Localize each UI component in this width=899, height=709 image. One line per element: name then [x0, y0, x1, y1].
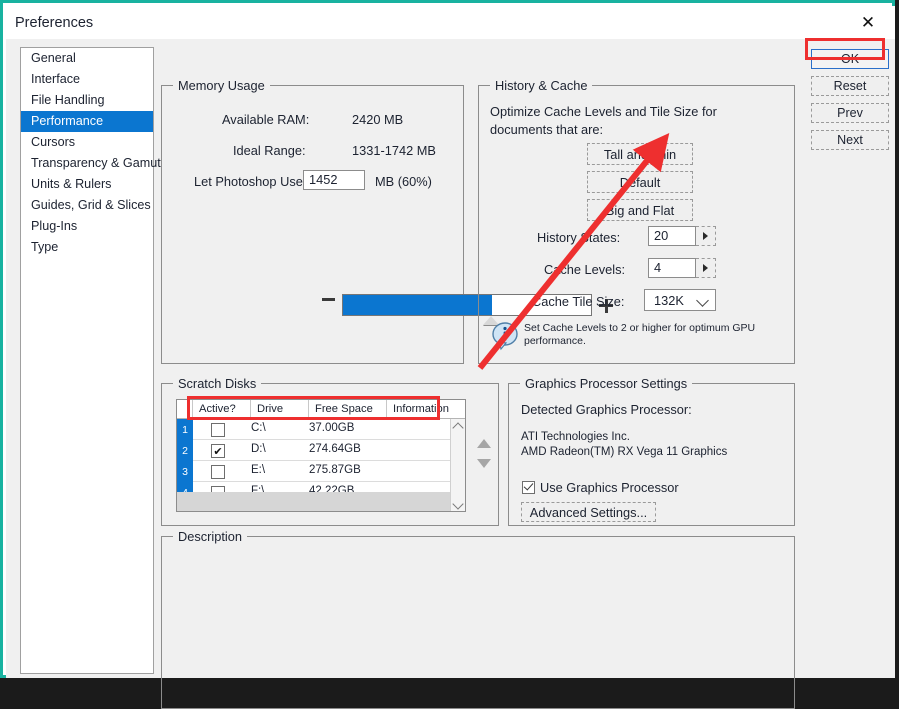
column-header-active: Active?: [193, 400, 251, 419]
sidebar-item-performance[interactable]: Performance: [21, 111, 153, 132]
use-graphics-processor-label: Use Graphics Processor: [540, 480, 679, 495]
move-disk-down-button[interactable]: [477, 459, 491, 468]
preferences-dialog: Preferences ✕ General Interface File Han…: [6, 6, 895, 678]
scratch-disk-active-checkbox[interactable]: [211, 465, 225, 479]
scratch-disk-active-checkbox[interactable]: ✔: [211, 444, 225, 458]
memory-slider-fill: [343, 295, 492, 315]
scratch-table-scrollbar[interactable]: [450, 419, 465, 512]
sidebar-item-general[interactable]: General: [21, 48, 153, 69]
chevron-up-icon[interactable]: [452, 422, 463, 433]
preset-big-and-flat-button[interactable]: Big and Flat: [587, 199, 693, 221]
history-cache-group: History & Cache Optimize Cache Levels an…: [478, 85, 795, 364]
column-header-drive: Drive: [251, 400, 309, 419]
window-frame: Preferences ✕ General Interface File Han…: [0, 0, 895, 678]
advanced-settings-button[interactable]: Advanced Settings...: [521, 502, 656, 522]
checkmark-icon: [523, 480, 533, 490]
let-photoshop-use-input[interactable]: 1452: [303, 170, 365, 190]
chevron-down-icon[interactable]: [452, 498, 463, 509]
ideal-range-label: Ideal Range:: [233, 143, 306, 158]
preset-tall-and-thin-button[interactable]: Tall and Thin: [587, 143, 693, 165]
graphics-processor-group: Graphics Processor Settings Detected Gra…: [508, 383, 795, 526]
cache-optimize-desc-line1: Optimize Cache Levels and Tile Size for: [490, 104, 717, 119]
triangle-right-icon: [703, 232, 708, 240]
table-footer-filler: [177, 492, 466, 511]
scratch-disks-table[interactable]: Active? Drive Free Space Information 1 C…: [176, 399, 466, 512]
minus-icon[interactable]: [322, 298, 335, 301]
scratch-disks-legend: Scratch Disks: [173, 376, 261, 391]
preset-default-button[interactable]: Default: [587, 171, 693, 193]
scratch-disk-drive: C:\: [251, 422, 266, 434]
memory-usage-legend: Memory Usage: [173, 78, 270, 93]
sidebar-item-guides-grid-slices[interactable]: Guides, Grid & Slices: [21, 195, 153, 216]
description-group: Description: [161, 536, 795, 709]
title-bar: Preferences ✕: [6, 6, 895, 39]
cache-tile-size-label: Cache Tile Size:: [532, 294, 624, 309]
history-states-input[interactable]: 20: [648, 226, 696, 246]
scratch-disks-group: Scratch Disks Active? Drive Free Space I…: [161, 383, 499, 526]
row-index: 3: [177, 461, 193, 482]
history-states-stepper[interactable]: [696, 226, 716, 246]
row-index: 1: [177, 419, 193, 440]
cache-optimize-desc-line2: documents that are:: [490, 122, 603, 137]
sidebar-item-file-handling[interactable]: File Handling: [21, 90, 153, 111]
prev-button[interactable]: Prev: [811, 103, 889, 123]
history-states-label: History States:: [537, 230, 620, 245]
reset-button[interactable]: Reset: [811, 76, 889, 96]
use-graphics-processor-checkbox[interactable]: [522, 481, 535, 494]
sidebar-item-transparency-gamut[interactable]: Transparency & Gamut: [21, 153, 153, 174]
sidebar-item-type[interactable]: Type: [21, 237, 153, 258]
scratch-disk-active-checkbox[interactable]: [211, 423, 225, 437]
next-button[interactable]: Next: [811, 130, 889, 150]
row-index: 2: [177, 440, 193, 461]
cache-levels-input[interactable]: 4: [648, 258, 696, 278]
column-header-information: Information: [387, 400, 466, 419]
available-ram-value: 2420 MB: [352, 112, 403, 127]
window-title: Preferences: [15, 15, 93, 31]
scratch-disk-drive: E:\: [251, 464, 265, 476]
let-photoshop-use-label: Let Photoshop Use:: [194, 174, 306, 189]
cache-tile-size-value: 132K: [654, 293, 684, 308]
cache-levels-label: Cache Levels:: [544, 262, 625, 277]
cache-levels-stepper[interactable]: [696, 258, 716, 278]
info-icon: [491, 321, 521, 351]
gpu-vendor: ATI Technologies Inc.: [521, 431, 630, 443]
description-legend: Description: [173, 529, 247, 544]
sidebar-item-plug-ins[interactable]: Plug-Ins: [21, 216, 153, 237]
scratch-disk-free-space: 274.64GB: [309, 443, 361, 455]
close-icon[interactable]: ✕: [845, 6, 891, 39]
scratch-disk-free-space: 275.87GB: [309, 464, 361, 476]
sidebar-item-cursors[interactable]: Cursors: [21, 132, 153, 153]
history-cache-legend: History & Cache: [490, 78, 592, 93]
table-header-row: Active? Drive Free Space Information: [177, 400, 466, 419]
available-ram-label: Available RAM:: [222, 112, 309, 127]
scratch-disk-drive: D:\: [251, 443, 266, 455]
move-disk-up-button[interactable]: [477, 439, 491, 448]
graphics-processor-legend: Graphics Processor Settings: [520, 376, 692, 391]
table-row[interactable]: 3 E:\ 275.87GB: [177, 461, 466, 482]
sidebar-item-units-rulers[interactable]: Units & Rulers: [21, 174, 153, 195]
ideal-range-value: 1331-1742 MB: [352, 143, 436, 158]
preferences-category-list[interactable]: General Interface File Handling Performa…: [20, 47, 154, 674]
detected-gpu-label: Detected Graphics Processor:: [521, 402, 692, 417]
cache-info-text-line2: performance.: [524, 335, 774, 348]
memory-unit-suffix: MB (60%): [375, 174, 432, 189]
sidebar-item-interface[interactable]: Interface: [21, 69, 153, 90]
ok-button[interactable]: OK: [811, 49, 889, 69]
memory-usage-group: Memory Usage Available RAM: 2420 MB Idea…: [161, 85, 464, 364]
cache-tile-size-select[interactable]: 132K: [644, 289, 716, 311]
screen-root: Preferences ✕ General Interface File Han…: [0, 0, 899, 684]
chevron-down-icon: [696, 294, 709, 307]
scratch-disk-free-space: 37.00GB: [309, 422, 354, 434]
column-header-index: [177, 400, 193, 419]
cache-info-text-line1: Set Cache Levels to 2 or higher for opti…: [524, 322, 774, 335]
triangle-right-icon: [703, 264, 708, 272]
gpu-model: AMD Radeon(TM) RX Vega 11 Graphics: [521, 446, 727, 458]
dialog-body: General Interface File Handling Performa…: [6, 39, 895, 678]
table-row[interactable]: 2 ✔ D:\ 274.64GB: [177, 440, 466, 461]
table-row[interactable]: 1 C:\ 37.00GB: [177, 419, 466, 440]
column-header-free-space: Free Space: [309, 400, 387, 419]
